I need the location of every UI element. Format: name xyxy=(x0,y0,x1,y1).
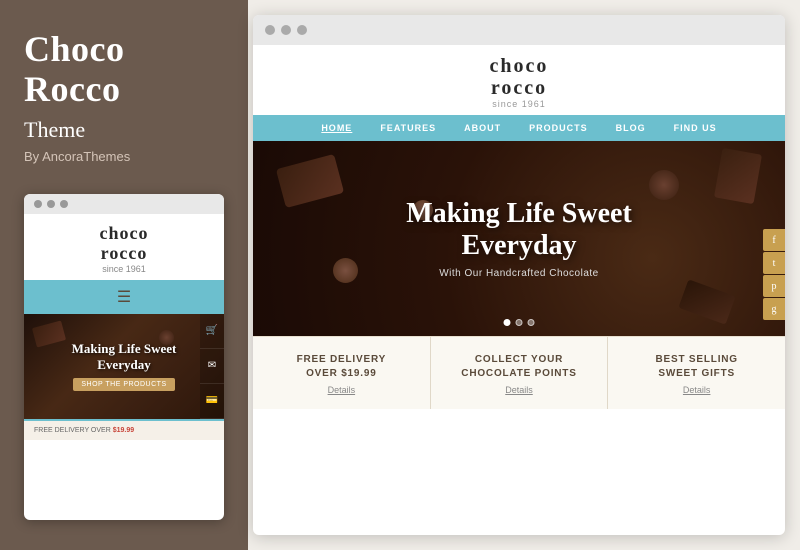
social-twitter-btn[interactable]: t xyxy=(763,252,785,274)
feature-item-points: COLLECT YOURCHOCOLATE POINTS Details xyxy=(431,337,609,409)
social-pinterest-btn[interactable]: p xyxy=(763,275,785,297)
mobile-hero: Making Life SweetEveryday SHOP THE PRODU… xyxy=(24,314,224,419)
nav-item-features[interactable]: FEATURES xyxy=(366,115,450,141)
mobile-hero-text: Making Life SweetEveryday SHOP THE PRODU… xyxy=(72,341,177,391)
social-google-btn[interactable]: g xyxy=(763,298,785,320)
feature-strip: FREE DELIVERYOVER $19.99 Details COLLECT… xyxy=(253,336,785,409)
desktop-browser-bar xyxy=(253,15,785,45)
mobile-browser-bar xyxy=(24,194,224,214)
mobile-card-icon: 💳 xyxy=(200,384,224,419)
mobile-bottom-text: FREE DELIVERY OVER $19.99 xyxy=(34,427,214,434)
hero-dot-1[interactable] xyxy=(504,319,511,326)
site-nav: HOME FEATURES ABOUT PRODUCTS BLOG FIND U… xyxy=(253,115,785,141)
nav-item-about[interactable]: ABOUT xyxy=(450,115,515,141)
nav-item-home[interactable]: HOME xyxy=(307,115,366,141)
mobile-side-icons: 🛒 ✉ 💳 xyxy=(200,314,224,419)
hamburger-icon: ☰ xyxy=(31,287,217,307)
mobile-dot-3 xyxy=(60,200,68,208)
mobile-logo: chocorocco xyxy=(24,224,224,264)
nav-item-products[interactable]: PRODUCTS xyxy=(515,115,602,141)
mobile-nav-bar: ☰ xyxy=(24,280,224,314)
hero-dot-3[interactable] xyxy=(528,319,535,326)
mobile-dot-2 xyxy=(47,200,55,208)
mobile-bottom-price: $19.99 xyxy=(113,427,134,434)
feature-gifts-title: BEST SELLINGSWEET GIFTS xyxy=(618,353,775,381)
mobile-bottom-bar: FREE DELIVERY OVER $19.99 xyxy=(24,419,224,440)
hero-text-center: Making Life SweetEveryday With Our Handc… xyxy=(406,198,632,279)
desktop-dot-2 xyxy=(281,25,291,35)
feature-points-link[interactable]: Details xyxy=(441,385,598,395)
feature-item-gifts: BEST SELLINGSWEET GIFTS Details xyxy=(608,337,785,409)
desktop-dot-3 xyxy=(297,25,307,35)
site-logo-since: since 1961 xyxy=(253,99,785,109)
feature-item-delivery: FREE DELIVERYOVER $19.99 Details xyxy=(253,337,431,409)
mobile-hero-button[interactable]: SHOP THE PRODUCTS xyxy=(73,378,174,391)
feature-points-title: COLLECT YOURCHOCOLATE POINTS xyxy=(441,353,598,381)
site-header: chocorocco since 1961 xyxy=(253,45,785,115)
theme-title: ChocoRocco xyxy=(24,30,224,109)
nav-item-find-us[interactable]: FIND US xyxy=(660,115,731,141)
mobile-cart-icon: 🛒 xyxy=(200,314,224,349)
hero-main-title: Making Life SweetEveryday xyxy=(406,198,632,262)
mobile-preview: chocorocco since 1961 ☰ Making Life Swee… xyxy=(24,194,224,520)
feature-delivery-link[interactable]: Details xyxy=(263,385,420,395)
mobile-hero-title: Making Life SweetEveryday xyxy=(72,341,177,372)
desktop-content: chocorocco since 1961 HOME FEATURES ABOU… xyxy=(253,45,785,535)
site-hero: Making Life SweetEveryday With Our Handc… xyxy=(253,141,785,336)
floating-social: f t p g xyxy=(763,229,785,321)
feature-delivery-title: FREE DELIVERYOVER $19.99 xyxy=(263,353,420,381)
desktop-browser: chocorocco since 1961 HOME FEATURES ABOU… xyxy=(253,15,785,535)
hero-dot-2[interactable] xyxy=(516,319,523,326)
theme-subtitle: Theme xyxy=(24,117,224,143)
mobile-logo-area: chocorocco since 1961 xyxy=(24,214,224,280)
theme-author: By AncoraThemes xyxy=(24,149,224,164)
site-logo: chocorocco xyxy=(253,55,785,99)
desktop-area: chocorocco since 1961 HOME FEATURES ABOU… xyxy=(248,0,800,550)
desktop-dot-1 xyxy=(265,25,275,35)
mobile-dot-1 xyxy=(34,200,42,208)
hero-subtitle: With Our Handcrafted Chocolate xyxy=(406,268,632,279)
choc-decor-3 xyxy=(333,258,358,283)
nav-item-blog[interactable]: BLOG xyxy=(602,115,660,141)
feature-gifts-link[interactable]: Details xyxy=(618,385,775,395)
social-facebook-btn[interactable]: f xyxy=(763,229,785,251)
sidebar: ChocoRocco Theme By AncoraThemes chocoro… xyxy=(0,0,248,550)
mobile-mail-icon: ✉ xyxy=(200,349,224,384)
hero-dot-nav xyxy=(504,319,535,326)
mobile-logo-since: since 1961 xyxy=(24,264,224,274)
choc-decor-2 xyxy=(649,170,679,200)
